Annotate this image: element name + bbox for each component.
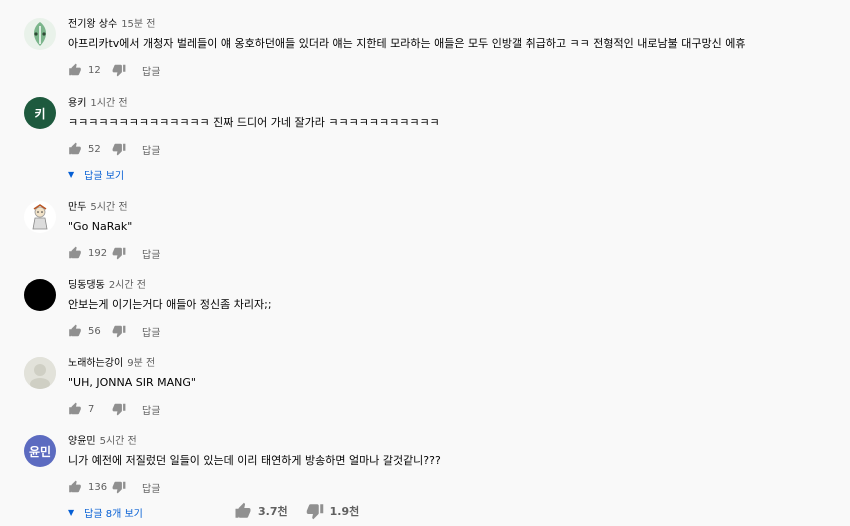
reply-button[interactable]: 답글 — [142, 142, 160, 157]
reply-button[interactable]: 답글 — [142, 324, 160, 339]
like-count: 12 — [88, 64, 101, 76]
thumbs-up-icon[interactable] — [68, 324, 82, 338]
view-replies-label: 답글 보기 — [84, 171, 125, 182]
thumbs-down-icon[interactable] — [112, 142, 126, 156]
view-replies-label: 답글 8개 보기 — [84, 509, 143, 520]
reply-button[interactable]: 답글 — [142, 402, 160, 417]
avatar[interactable] — [24, 357, 56, 389]
avatar[interactable]: 윤민 — [24, 435, 56, 467]
like-count: 52 — [88, 143, 101, 155]
reply-button[interactable]: 답글 — [142, 480, 160, 495]
thumbs-down-icon[interactable] — [112, 480, 126, 494]
avatar[interactable] — [24, 18, 56, 50]
like-count: 7 — [88, 403, 95, 415]
video-rating-bar: 3.7천 1.9천 — [234, 502, 377, 520]
avatar[interactable]: 키 — [24, 97, 56, 129]
reply-button[interactable]: 답글 — [142, 63, 160, 78]
comment-timestamp[interactable]: 1시간 전 — [90, 98, 127, 109]
avatar[interactable] — [24, 201, 56, 233]
leaf-character-icon — [34, 22, 46, 46]
comment-author[interactable]: 용키 — [68, 98, 86, 109]
thumbs-down-icon[interactable] — [112, 63, 126, 77]
view-replies-button[interactable]: ▼ 답글 보기 — [68, 167, 844, 182]
comment-text: 아프리카tv에서 개청자 벌레들이 얘 옹호하던애들 있더라 얘는 지한테 모라… — [68, 37, 746, 50]
faded-photo-icon — [24, 357, 56, 389]
caret-down-icon: ▼ — [68, 170, 75, 179]
comments-section: 전기왕 상수 15분 전 아프리카tv에서 개청자 벌레들이 얘 옹호하던애들 있… — [0, 0, 850, 526]
video-like-count: 3.7천 — [258, 505, 288, 518]
comment-author[interactable]: 만두 — [68, 202, 86, 213]
thumbs-down-icon[interactable] — [112, 402, 126, 416]
avatar[interactable] — [24, 279, 56, 311]
comment-text: ㅋㅋㅋㅋㅋㅋㅋㅋㅋㅋㅋㅋㅋㅋ 진짜 드디어 가네 잘가라 ㅋㅋㅋㅋㅋㅋㅋㅋㅋㅋㅋ — [68, 116, 440, 129]
comment-timestamp[interactable]: 9분 전 — [127, 358, 155, 369]
comment-author[interactable]: 양윤민 — [68, 436, 96, 447]
thumbs-down-icon[interactable] — [112, 324, 126, 338]
comment-timestamp[interactable]: 5시간 전 — [100, 436, 137, 447]
comment-timestamp[interactable]: 5시간 전 — [90, 202, 127, 213]
like-count: 192 — [88, 247, 108, 259]
thumbs-up-icon[interactable] — [68, 402, 82, 416]
comment-text: 니가 예전에 저질렀던 일들이 있는데 이리 태연하게 방송하면 얼마나 갈것같… — [68, 454, 441, 467]
comment-text: "Go NaRak" — [68, 220, 133, 233]
thumbs-up-icon[interactable] — [234, 502, 252, 520]
comment-text: "UH, JONNA SIR MANG" — [68, 376, 196, 389]
comment-author[interactable]: 노래하는강이 — [68, 358, 123, 369]
character-figure-icon — [32, 204, 48, 230]
view-replies-button[interactable]: ▼ 답글 8개 보기 — [68, 505, 844, 520]
comment-text: 안보는게 이기는거다 애들아 정신좀 차리자;; — [68, 298, 272, 311]
thumbs-down-icon[interactable] — [306, 502, 324, 520]
comment-author[interactable]: 딩동댕동 — [68, 280, 105, 291]
video-dislike-count: 1.9천 — [329, 505, 360, 518]
thumbs-up-icon[interactable] — [68, 142, 82, 156]
thumbs-up-icon[interactable] — [68, 246, 82, 260]
like-count: 136 — [88, 481, 108, 493]
comment-author[interactable]: 전기왕 상수 — [68, 19, 117, 30]
thumbs-down-icon[interactable] — [112, 246, 126, 260]
thumbs-up-icon[interactable] — [68, 63, 82, 77]
thumbs-up-icon[interactable] — [68, 480, 82, 494]
avatar-letter: 키 — [34, 106, 46, 121]
comment-timestamp[interactable]: 15분 전 — [121, 19, 155, 30]
like-count: 56 — [88, 325, 101, 337]
reply-button[interactable]: 답글 — [142, 246, 160, 261]
avatar-letter: 윤민 — [28, 444, 52, 459]
caret-down-icon: ▼ — [68, 508, 75, 517]
comment-timestamp[interactable]: 2시간 전 — [109, 280, 146, 291]
